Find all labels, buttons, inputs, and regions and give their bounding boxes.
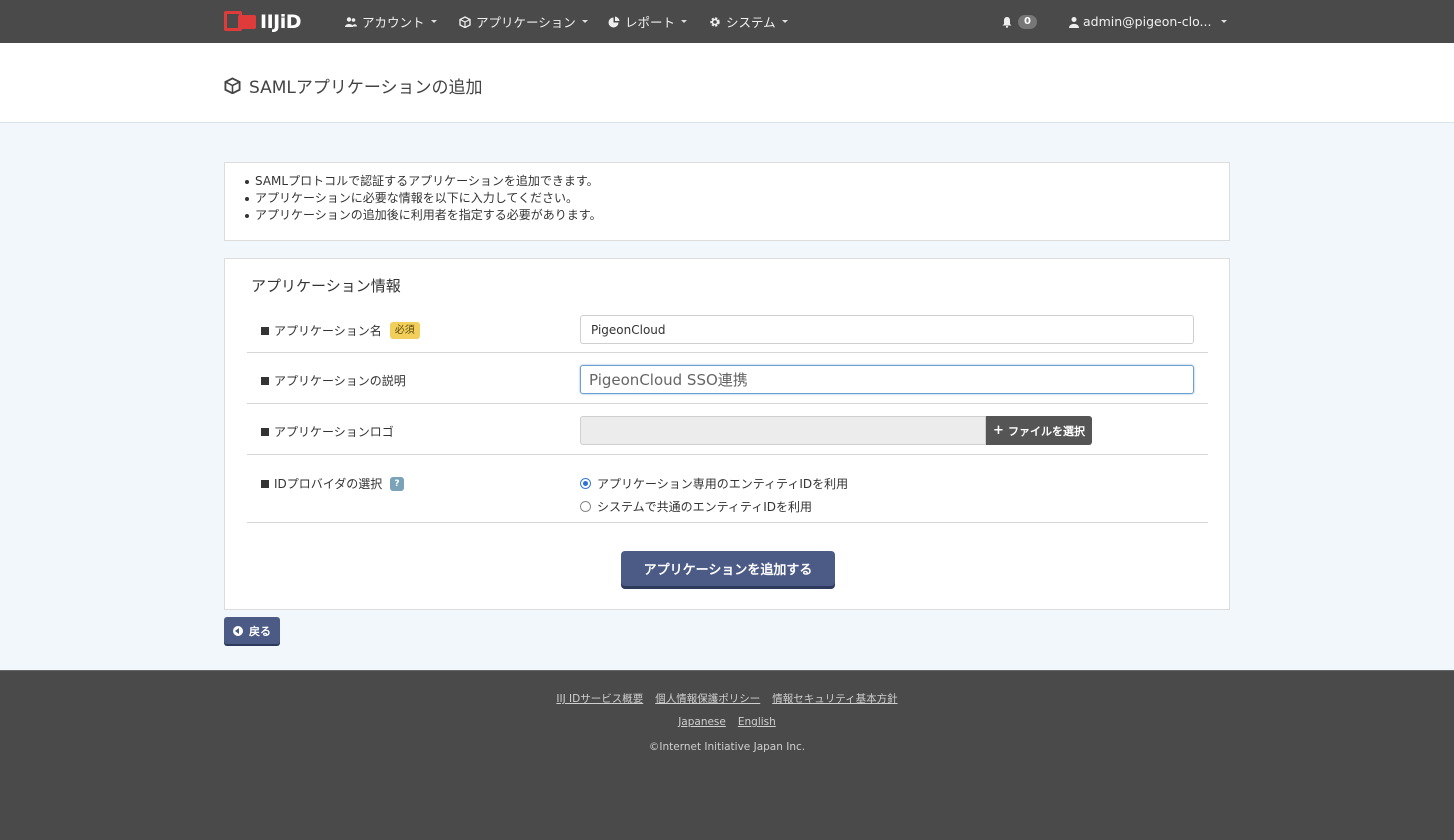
gear-icon [710,16,720,27]
app-description-label: アプリケーションの説明 [261,372,406,389]
user-menu-label: admin@pigeon-clo... [1083,14,1212,29]
app-description-input[interactable]: PigeonCloud SSO連携 [580,365,1194,394]
cube-icon [459,15,471,28]
choose-file-button[interactable]: + ファイルを選択 [986,416,1092,445]
language-links: Japanese English [0,716,1454,728]
chevron-down-icon [430,20,437,23]
chevron-down-icon [1221,20,1228,23]
radio-checked[interactable] [580,478,591,489]
idp-select-row: IDプロバイダの選択 ? アプリケーション専用のエンティティIDを利用 システム… [247,455,1208,523]
footer-link-privacy-policy[interactable]: 個人情報保護ポリシー [655,691,760,706]
square-bullet-icon [261,376,269,385]
logo-mark [224,11,258,33]
app-logo-file-field[interactable] [580,416,986,445]
notifications-button[interactable]: 0 [1001,0,1037,43]
add-application-button[interactable]: アプリケーションを追加する [621,551,835,586]
square-bullet-icon [261,479,269,488]
cube-icon [224,77,241,94]
radio-unchecked[interactable] [580,501,591,512]
app-name-label: アプリケーション名 必須 [261,322,420,339]
info-line: アプリケーションに必要な情報を以下に入力してください。 [245,190,1229,207]
footer: IIJ IDサービス概要 個人情報保護ポリシー 情報セキュリティ基本方針 Jap… [0,670,1454,840]
help-icon[interactable]: ? [390,476,404,491]
required-badge: 必須 [389,322,420,339]
user-icon [1069,16,1079,28]
app-description-row: アプリケーションの説明 PigeonCloud SSO連携 [247,353,1208,404]
footer-links: IIJ IDサービス概要 個人情報保護ポリシー 情報セキュリティ基本方針 [0,691,1454,706]
chevron-down-icon [781,20,788,23]
nav-applications[interactable]: アプリケーション [459,0,588,43]
chevron-down-icon [681,20,688,23]
app-description-label-text: アプリケーションの説明 [274,374,406,388]
back-button-label: 戻る [249,624,271,638]
app-logo-label: アプリケーションロゴ [261,423,394,440]
info-line: SAMLプロトコルで認証するアプリケーションを追加できます。 [245,173,1229,190]
plus-icon: + [993,423,1004,438]
back-button[interactable]: 戻る [224,617,280,644]
choose-file-label: ファイルを選択 [1007,424,1085,438]
page-title: SAMLアプリケーションの追加 [224,73,483,98]
iij-logo[interactable]: IIJiD [224,11,302,33]
info-list: SAMLプロトコルで認証するアプリケーションを追加できます。 アプリケーションに… [225,163,1229,224]
footer-link-service-overview[interactable]: IIJ IDサービス概要 [556,691,643,706]
nav-accounts[interactable]: アカウント [345,0,437,43]
idp-select-label: IDプロバイダの選択 ? [261,475,404,492]
nav-reports[interactable]: レポート [608,0,688,43]
idp-option-shared[interactable]: システムで共通のエンティティIDを利用 [580,498,812,515]
notification-count-badge: 0 [1018,14,1037,29]
nav-system[interactable]: システム [709,0,788,43]
idp-option-shared-label: システムで共通のエンティティIDを利用 [597,500,812,514]
app-logo-label-text: アプリケーションロゴ [274,425,394,439]
square-bullet-icon [261,427,269,436]
nav-applications-label: アプリケーション [476,15,576,30]
square-bullet-icon [261,326,269,335]
application-form-panel: アプリケーション情報 アプリケーション名 必須 PigeonCloud アプリケ… [224,258,1230,610]
language-link-english[interactable]: English [738,716,776,728]
info-line: アプリケーションの追加後に利用者を指定する必要があります。 [245,207,1229,224]
copyright: ©Internet Initiative Japan Inc. [648,741,806,753]
section-title: アプリケーション情報 [251,277,401,295]
app-name-input[interactable]: PigeonCloud [580,315,1194,344]
nav-system-label: システム [726,15,776,30]
app-logo-row: アプリケーションロゴ + ファイルを選択 [247,404,1208,455]
bell-icon [1002,16,1012,28]
logo-text: IIJiD [260,11,302,33]
app-name-label-text: アプリケーション名 [274,324,382,338]
idp-option-dedicated-label: アプリケーション専用のエンティティIDを利用 [597,477,849,491]
nav-accounts-label: アカウント [362,15,425,30]
page-title-text: SAMLアプリケーションの追加 [249,78,483,98]
info-box: SAMLプロトコルで認証するアプリケーションを追加できます。 アプリケーションに… [224,162,1230,241]
idp-select-label-text: IDプロバイダの選択 [274,477,383,491]
footer-link-security-policy[interactable]: 情報セキュリティ基本方針 [772,691,897,706]
top-navbar: IIJiD アカウント アプリケーション レポート システム 0 admin@p… [0,0,1454,43]
page-header: SAMLアプリケーションの追加 [0,43,1454,123]
nav-reports-label: レポート [625,15,676,30]
users-icon [345,16,357,27]
language-link-japanese[interactable]: Japanese [678,716,726,728]
pie-chart-icon [608,16,620,27]
idp-option-dedicated[interactable]: アプリケーション専用のエンティティIDを利用 [580,475,848,492]
chevron-down-icon [581,20,588,23]
user-menu[interactable]: admin@pigeon-clo... [1069,0,1228,43]
app-name-row: アプリケーション名 必須 PigeonCloud [247,309,1208,353]
chevron-left-circle-icon [233,625,243,636]
